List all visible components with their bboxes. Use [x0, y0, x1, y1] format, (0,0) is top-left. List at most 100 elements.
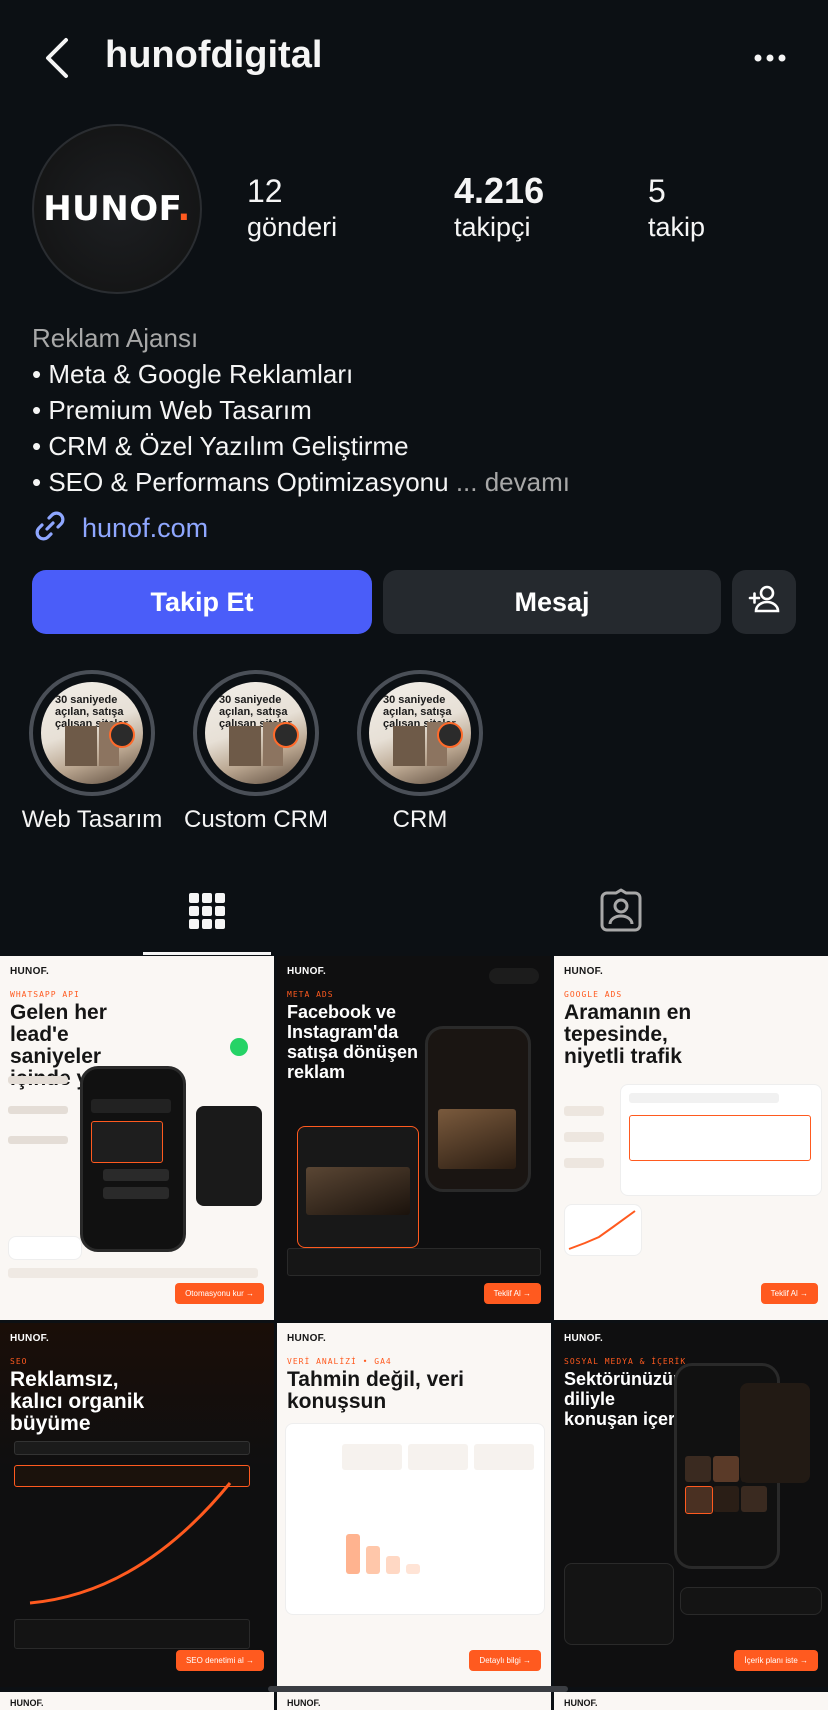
chat-bubble	[103, 1187, 169, 1199]
profile-bio: Reklam Ajansı • Meta & Google Reklamları…	[32, 320, 812, 500]
bio-category: Reklam Ajansı	[32, 323, 199, 353]
stat-posts[interactable]: 12 gönderi	[247, 172, 337, 244]
stat-followers[interactable]: 4.216 takipçi	[454, 172, 544, 244]
bio-line-last: • SEO & Performans Optimizasyonu ... dev…	[32, 464, 812, 500]
gauge-icon	[437, 722, 463, 748]
post-tile[interactable]: HUNOF. VERİ ANALİZİ • GA4 Tahmin değil, …	[277, 1323, 551, 1687]
meta-badge	[489, 968, 539, 984]
feed-tile	[713, 1456, 739, 1482]
highlight-custom-crm[interactable]: 30 saniyede açılan, satışa çalışan sitel…	[174, 670, 338, 834]
metrics-strip	[287, 1248, 541, 1276]
highlight-crm[interactable]: 30 saniyede açılan, satışa çalışan sitel…	[338, 670, 502, 834]
more-options-icon[interactable]	[750, 40, 790, 76]
bio-more-link[interactable]: ... devamı	[456, 467, 570, 497]
profile-link[interactable]: hunof.com	[32, 508, 208, 549]
back-arrow-icon[interactable]	[38, 34, 78, 82]
scroll-indicator	[268, 1686, 568, 1692]
feed-tile	[741, 1486, 767, 1512]
feed-tile	[685, 1456, 711, 1482]
profile-header: hunofdigital	[0, 0, 828, 116]
ctr-chart	[564, 1204, 642, 1256]
post-tile-partial[interactable]: HUNOF.	[277, 1692, 551, 1710]
highlight-web-tasarim[interactable]: 30 saniyede açılan, satışa çalışan sitel…	[10, 670, 174, 834]
highlight-label: Web Tasarım	[21, 806, 163, 833]
post-tile[interactable]: HUNOF. META ADS Facebook ve Instagram'da…	[277, 956, 551, 1320]
post-brand: HUNOF.	[10, 1333, 50, 1344]
post-brand: HUNOF.	[10, 966, 50, 977]
tab-tagged[interactable]	[557, 870, 685, 956]
phone-mockup	[425, 1026, 531, 1192]
tab-posts-grid[interactable]	[143, 870, 271, 956]
post-tag: VERİ ANALİZİ • GA4	[287, 1357, 392, 1366]
highlight-ring: 30 saniyede açılan, satışa çalışan sitel…	[357, 670, 483, 796]
search-bar	[629, 1093, 779, 1103]
avatar-logo-text: HUNOF	[43, 189, 178, 229]
metric-card	[408, 1444, 468, 1470]
gauge-icon	[273, 722, 299, 748]
profile-tabs	[0, 870, 828, 956]
timer-card	[8, 1236, 82, 1260]
post-headline: Reklamsız, kalıcı organik büyüme	[10, 1368, 145, 1435]
tagged-person-icon	[598, 888, 644, 939]
feature-row	[8, 1076, 68, 1084]
post-tag: GOOGLE ADS	[564, 990, 623, 999]
channel-row	[564, 1132, 604, 1142]
highlight-thumbnail: 30 saniyede açılan, satışa çalışan sitel…	[369, 682, 471, 784]
post-tile[interactable]: HUNOF. WHATSAPP API Gelen her lead'e san…	[0, 956, 274, 1320]
profile-avatar[interactable]: HUNOF.	[32, 124, 202, 294]
chat-bubble	[91, 1099, 171, 1113]
channel-row	[564, 1106, 604, 1116]
funnel-bar	[386, 1556, 400, 1574]
search-input-mock	[14, 1441, 250, 1455]
follow-button[interactable]: Takip Et	[32, 570, 372, 634]
post-headline: Aramanın en tepesinde, niyetli trafik	[564, 1001, 692, 1068]
building-shape	[393, 726, 425, 766]
next-posts-row: HUNOF. HUNOF. HUNOF.	[0, 1692, 828, 1710]
bio-line: • Premium Web Tasarım	[32, 395, 312, 425]
suggest-people-button[interactable]	[732, 570, 796, 634]
flow-row	[8, 1268, 258, 1278]
post-tag: META ADS	[287, 990, 334, 999]
growth-curve	[29, 1482, 232, 1605]
building-shape	[65, 726, 97, 766]
highlight-ring: 30 saniyede açılan, satışa çalışan sitel…	[193, 670, 319, 796]
post-tile[interactable]: HUNOF. SEO Reklamsız, kalıcı organik büy…	[0, 1323, 274, 1687]
funnel-bar	[406, 1564, 420, 1574]
feed-tile	[713, 1486, 739, 1512]
message-button[interactable]: Mesaj	[383, 570, 721, 634]
post-tile[interactable]: HUNOF. GOOGLE ADS Aramanın en tepesinde,…	[554, 956, 828, 1320]
stat-posts-value: 12	[247, 173, 283, 209]
ad-card	[297, 1126, 419, 1248]
post-tag: SOSYAL MEDYA & İÇERİK	[564, 1357, 687, 1366]
post-tile-partial[interactable]: HUNOF.	[0, 1692, 274, 1710]
search-results-card	[620, 1084, 822, 1196]
metric-card	[342, 1444, 402, 1470]
stat-following[interactable]: 5 takip	[648, 172, 705, 244]
highlight-thumbnail: 30 saniyede açılan, satışa çalışan sitel…	[205, 682, 307, 784]
post-tile[interactable]: HUNOF. SOSYAL MEDYA & İÇERİK Sektörünüzü…	[554, 1323, 828, 1687]
post-tile-partial[interactable]: HUNOF.	[554, 1692, 828, 1710]
post-cta: Detaylı bilgi →	[469, 1650, 541, 1671]
metrics-strip	[14, 1619, 250, 1649]
metric-card	[474, 1444, 534, 1470]
feed-tile	[685, 1486, 713, 1514]
post-cta: Otomasyonu kur →	[175, 1283, 264, 1304]
post-cta: SEO denetimi al →	[175, 1650, 264, 1671]
stat-posts-label: gönderi	[247, 212, 338, 242]
content-calendar	[564, 1563, 674, 1645]
link-text: hunof.com	[82, 513, 209, 543]
bio-line: • Meta & Google Reklamları	[32, 359, 354, 389]
gauge-icon	[109, 722, 135, 748]
add-person-icon	[747, 582, 781, 623]
building-shape	[229, 726, 261, 766]
stat-followers-label: takipçi	[454, 212, 531, 242]
post-cta: Teklif Al →	[483, 1283, 541, 1304]
stat-followers-value: 4.216	[454, 170, 545, 211]
post-brand: HUNOF.	[564, 966, 604, 977]
whatsapp-icon	[230, 1038, 248, 1056]
analytics-dashboard	[285, 1423, 545, 1615]
sponsored-result	[629, 1115, 811, 1161]
crm-card	[196, 1106, 262, 1206]
stat-following-value: 5	[648, 173, 666, 209]
funnel-bar	[346, 1534, 360, 1574]
